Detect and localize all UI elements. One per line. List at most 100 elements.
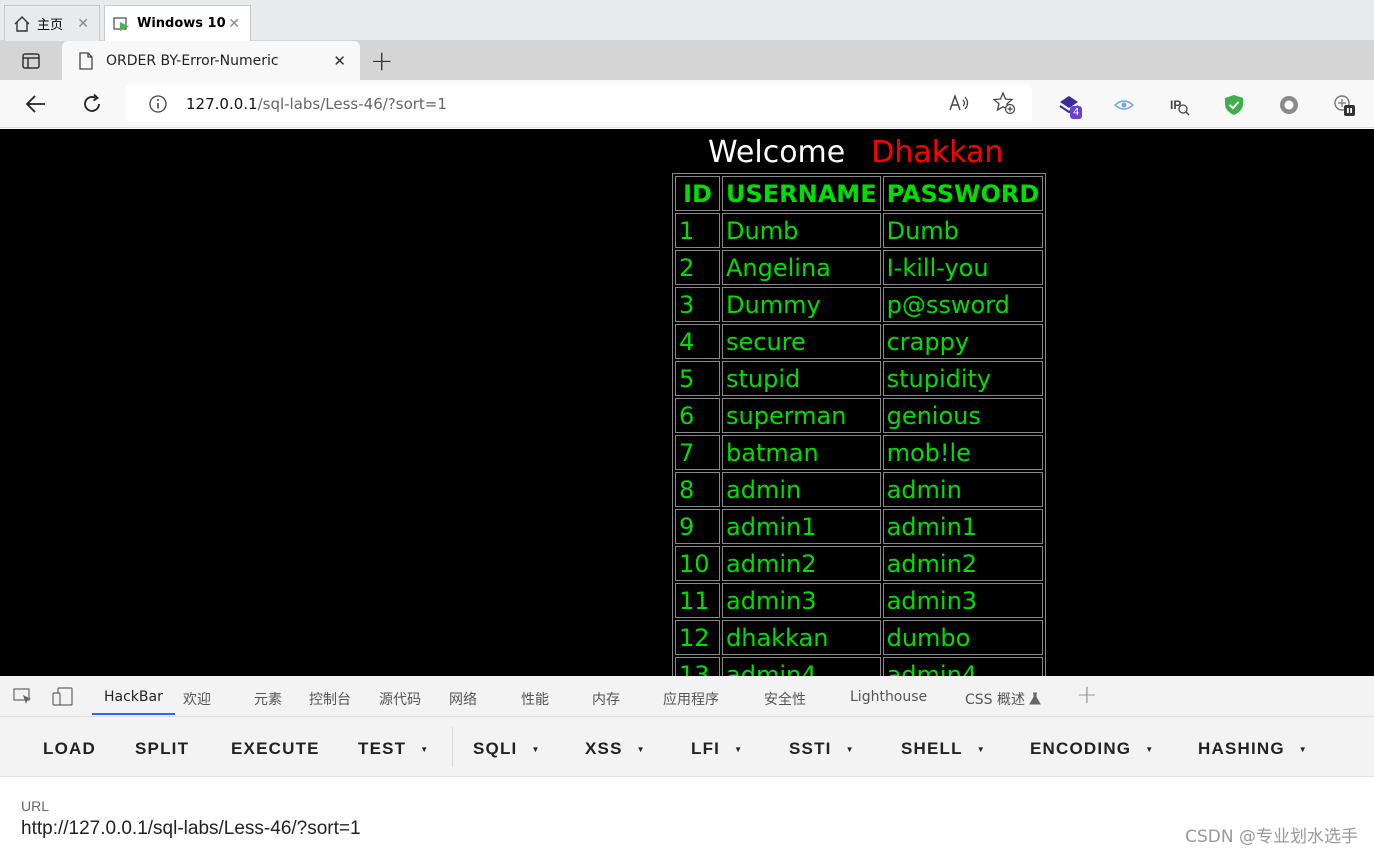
table-row: 10 admin2 admin2 [675,546,1044,581]
dropdown-caret-icon: ▼ [1298,745,1308,755]
hackbar-shell-dropdown[interactable]: SHELL ▼ [901,739,986,759]
hashing-label: HASHING [1198,739,1285,758]
table-row: 2 Angelina I-kill-you [675,250,1044,285]
info-icon[interactable] [148,94,168,114]
read-aloud-icon[interactable] [948,93,970,113]
vm-tab-windows10-label: Windows 10 [137,16,226,31]
csdn-watermark: CSDN @专业划水选手 [1185,827,1358,847]
browser-tab-title: ORDER BY-Error-Numeric [106,52,279,69]
eye-extension-icon[interactable] [1113,94,1135,116]
dropdown-caret-icon: ▼ [636,745,646,755]
browser-tab-close[interactable]: ✕ [333,52,346,70]
devtools-tab-console[interactable]: 控制台 [309,689,351,709]
cell-username: admin3 [722,583,881,618]
hackbar-lfi-dropdown[interactable]: LFI ▼ [691,739,743,759]
devtools-tab-hackbar[interactable]: HackBar [92,689,175,715]
cell-username: admin2 [722,546,881,581]
header-id: ID [675,176,720,211]
home-icon [14,15,30,32]
css-overview-label: CSS 概述 [965,692,1025,708]
refresh-icon[interactable] [80,92,104,116]
vm-tab-windows10-close[interactable]: ✕ [228,16,240,32]
welcome-user: Dhakkan [871,135,1004,170]
cell-username: Angelina [722,250,881,285]
ip-extension-icon[interactable]: IP [1168,94,1190,116]
hackbar-url-field[interactable]: http://127.0.0.1/sql-labs/Less-46/?sort=… [21,818,361,840]
ssti-label: SSTI [789,739,832,758]
devtools-tab-memory[interactable]: 内存 [592,689,620,709]
hackbar-execute-button[interactable]: EXECUTE [231,739,320,759]
cell-password: admin1 [882,509,1044,544]
cell-password: dumbo [882,620,1044,655]
cell-id: 3 [675,287,720,322]
puzzle-extension-icon[interactable] [1333,94,1355,116]
device-emulation-icon[interactable] [52,687,74,707]
hackbar-toolbar: LOAD SPLIT EXECUTE TEST ▼ SQLI ▼ XSS ▼ LFI ▼… [0,717,1374,777]
stack-extension-icon[interactable]: 4 [1058,94,1083,119]
table-row: 7 batman mob!le [675,435,1044,470]
shield-extension-icon[interactable] [1223,94,1245,116]
extension-badge: 4 [1070,106,1083,119]
cell-id: 9 [675,509,720,544]
cell-username: secure [722,324,881,359]
vm-tab-home-close[interactable]: ✕ [77,16,89,32]
devtools-tab-welcome[interactable]: 欢迎 [183,689,211,709]
cell-username: Dummy [722,287,881,322]
favorite-add-icon[interactable] [992,91,1016,115]
new-tab-button[interactable]: + [370,44,393,77]
xss-label: XSS [585,739,623,758]
table-row: 1 Dumb Dumb [675,213,1044,248]
inspect-element-icon[interactable] [13,688,33,706]
devtools-tab-performance[interactable]: 性能 [521,689,549,709]
sqli-label: SQLI [473,739,518,758]
cell-username: admin [722,472,881,507]
dropdown-caret-icon: ▼ [420,745,430,755]
table-row: 9 admin1 admin1 [675,509,1044,544]
back-arrow-icon[interactable] [24,92,48,116]
test-label: TEST [358,739,407,758]
vm-tab-windows10[interactable]: Windows 10 ✕ [104,5,251,41]
devtools-tab-application[interactable]: 应用程序 [663,689,719,709]
cell-id: 7 [675,435,720,470]
cell-username: batman [722,435,881,470]
devtools-tab-security[interactable]: 安全性 [764,689,806,709]
browser-tab-active[interactable]: ORDER BY-Error-Numeric ✕ [62,41,360,80]
hackbar-hashing-dropdown[interactable]: HASHING ▼ [1198,739,1308,759]
cell-username: admin4 [722,657,881,676]
hackbar-split-button[interactable]: SPLIT [135,739,189,759]
dropdown-caret-icon: ▼ [1145,745,1155,755]
hackbar-test-dropdown[interactable]: TEST ▼ [358,739,429,759]
page-icon [79,51,93,70]
hackbar-sqli-dropdown[interactable]: SQLI ▼ [473,739,541,759]
devtools-tab-lighthouse[interactable]: Lighthouse [850,689,927,705]
cell-id: 11 [675,583,720,618]
hackbar-load-button[interactable]: LOAD [43,739,96,759]
hackbar-encoding-dropdown[interactable]: ENCODING ▼ [1030,739,1154,759]
cell-password: genious [882,398,1044,433]
cell-password: admin3 [882,583,1044,618]
shell-label: SHELL [901,739,963,758]
devtools-tab-css-overview[interactable]: CSS 概述 [965,689,1042,709]
devtools-tab-elements[interactable]: 元素 [254,689,282,709]
browser-tab-strip: ORDER BY-Error-Numeric ✕ + [0,41,1374,80]
circle-extension-icon[interactable] [1278,94,1300,116]
vm-tab-home[interactable]: 主页 ✕ [4,5,100,41]
table-body: 1 Dumb Dumb 2 Angelina I-kill-you 3 Dummy p@sswo… [675,213,1044,676]
cell-id: 13 [675,657,720,676]
cell-password: Dumb [882,213,1044,248]
tab-actions-icon[interactable] [21,51,41,71]
devtools-add-tab-button[interactable]: + [1076,680,1098,710]
address-bar[interactable]: 127.0.0.1/sql-labs/Less-46/?sort=1 [126,85,1032,122]
welcome-text: Welcome [708,135,846,170]
devtools-tab-network[interactable]: 网络 [449,689,477,709]
url-host: 127.0.0.1 [186,94,258,113]
table-row: 13 admin4 admin4 [675,657,1044,676]
hackbar-xss-dropdown[interactable]: XSS ▼ [585,739,646,759]
hackbar-url-section: URL http://127.0.0.1/sql-labs/Less-46/?s… [0,777,1374,852]
users-table: ID USERNAME PASSWORD 1 Dumb Dumb 2 Angelina I… [672,173,1047,676]
cell-username: stupid [722,361,881,396]
devtools-tab-sources[interactable]: 源代码 [379,689,421,709]
hackbar-ssti-dropdown[interactable]: SSTI ▼ [789,739,855,759]
devtools-tab-bar: HackBar 欢迎 元素 控制台 源代码 网络 性能 内存 应用程序 安全性 … [0,676,1374,717]
dropdown-caret-icon: ▼ [531,745,541,755]
